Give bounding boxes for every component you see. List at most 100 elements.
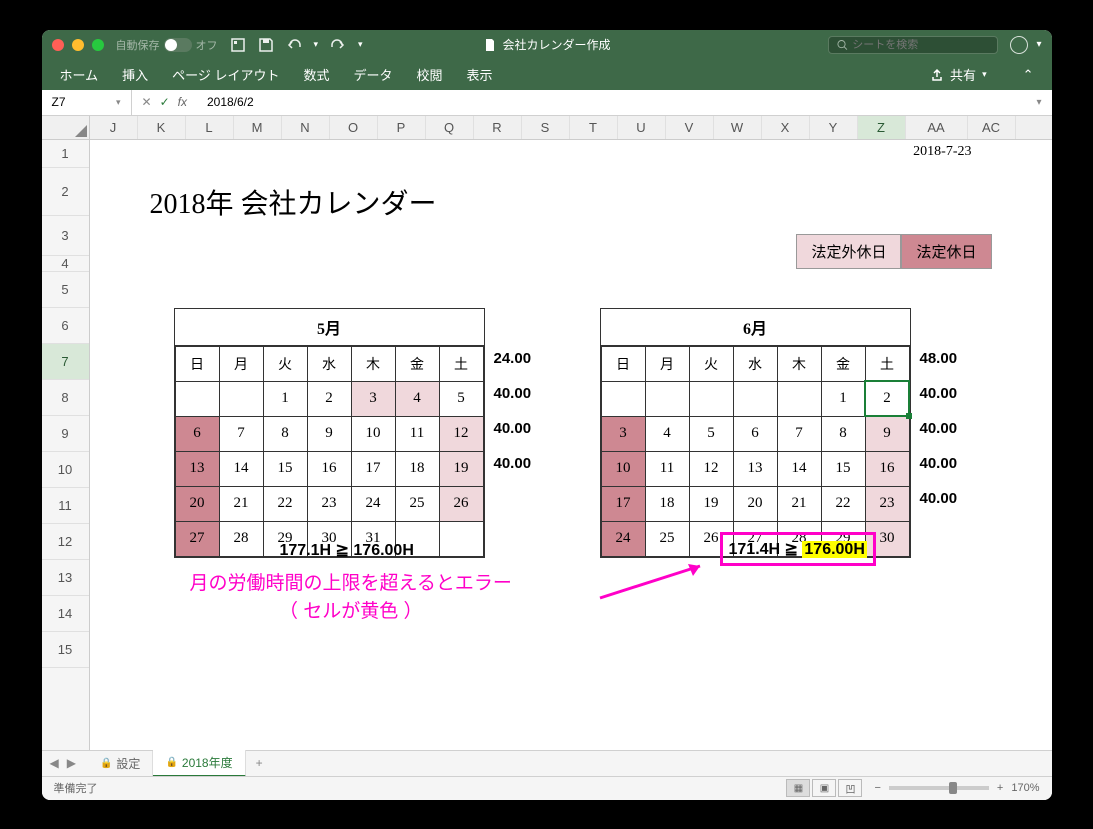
zoom-out[interactable]: − <box>874 782 880 794</box>
calendar-cell[interactable]: 19 <box>439 451 483 486</box>
namebox-dropdown-icon[interactable]: ▾ <box>116 97 121 108</box>
sheet-content[interactable]: 2018-7-23 2018年 会社カレンダー 法定外休日 法定休日 5月 日月… <box>90 140 1052 750</box>
calendar-cell[interactable]: 15 <box>821 451 865 486</box>
calendar-cell[interactable]: 13 <box>175 451 219 486</box>
calendar-cell[interactable]: 4 <box>645 416 689 451</box>
calendar-cell[interactable]: 23 <box>307 486 351 521</box>
calendar-cell[interactable] <box>439 521 483 556</box>
tab-review[interactable]: 校閲 <box>417 65 443 84</box>
calendar-cell[interactable] <box>689 381 733 416</box>
minimize-button[interactable] <box>72 39 84 51</box>
calendar-cell[interactable]: 20 <box>175 486 219 521</box>
col-O[interactable]: O <box>330 116 378 139</box>
calendar-cell[interactable]: 1 <box>263 381 307 416</box>
calendar-cell[interactable]: 6 <box>175 416 219 451</box>
calendar-cell[interactable]: 16 <box>865 451 909 486</box>
calendar-cell[interactable] <box>219 381 263 416</box>
tab-home[interactable]: ホーム <box>60 65 99 84</box>
calendar-cell[interactable]: 17 <box>351 451 395 486</box>
calendar-cell[interactable]: 12 <box>689 451 733 486</box>
col-W[interactable]: W <box>714 116 762 139</box>
calendar-cell[interactable] <box>777 381 821 416</box>
calendar-cell[interactable]: 2 <box>865 381 909 416</box>
name-box[interactable]: Z7 ▾ <box>42 90 132 115</box>
calendar-cell[interactable]: 2 <box>307 381 351 416</box>
formula-bar[interactable]: 2018/6/2 <box>197 95 264 109</box>
undo-dropdown[interactable]: ▾ <box>314 39 319 50</box>
col-J[interactable]: J <box>90 116 138 139</box>
col-U[interactable]: U <box>618 116 666 139</box>
col-M[interactable]: M <box>234 116 282 139</box>
calendar-cell[interactable] <box>733 381 777 416</box>
calendar-cell[interactable] <box>645 381 689 416</box>
calendar-cell[interactable]: 3 <box>351 381 395 416</box>
col-AC[interactable]: AC <box>968 116 1016 139</box>
calendar-cell[interactable]: 5 <box>439 381 483 416</box>
search-box[interactable] <box>828 36 998 54</box>
calendar-cell[interactable]: 18 <box>645 486 689 521</box>
tab-formulas[interactable]: 数式 <box>304 65 330 84</box>
redo-icon[interactable] <box>330 37 346 53</box>
calendar-cell[interactable]: 25 <box>395 486 439 521</box>
tab-data[interactable]: データ <box>354 65 393 84</box>
calendar-cell[interactable]: 28 <box>219 521 263 556</box>
row-9[interactable]: 9 <box>42 416 89 452</box>
calendar-cell[interactable]: 10 <box>601 451 645 486</box>
row-10[interactable]: 10 <box>42 452 89 488</box>
row-3[interactable]: 3 <box>42 216 89 256</box>
calendar-cell[interactable] <box>175 381 219 416</box>
col-S[interactable]: S <box>522 116 570 139</box>
calendar-cell[interactable]: 11 <box>645 451 689 486</box>
calendar-cell[interactable]: 27 <box>175 521 219 556</box>
calendar-cell[interactable]: 13 <box>733 451 777 486</box>
maximize-button[interactable] <box>92 39 104 51</box>
expand-formula-icon[interactable]: ▾ <box>1026 97 1051 108</box>
col-R[interactable]: R <box>474 116 522 139</box>
save-icon[interactable] <box>258 37 274 53</box>
calendar-cell[interactable]: 20 <box>733 486 777 521</box>
calendar-cell[interactable]: 15 <box>263 451 307 486</box>
col-K[interactable]: K <box>138 116 186 139</box>
col-N[interactable]: N <box>282 116 330 139</box>
calendar-cell[interactable]: 26 <box>439 486 483 521</box>
calendar-cell[interactable]: 16 <box>307 451 351 486</box>
row-6[interactable]: 6 <box>42 308 89 344</box>
calendar-cell[interactable]: 10 <box>351 416 395 451</box>
calendar-cell[interactable]: 3 <box>601 416 645 451</box>
row-15[interactable]: 15 <box>42 632 89 668</box>
tab-page-layout[interactable]: ページ レイアウト <box>172 65 279 84</box>
tab-insert[interactable]: 挿入 <box>122 65 148 84</box>
calendar-cell[interactable]: 24 <box>601 521 645 556</box>
row-12[interactable]: 12 <box>42 524 89 560</box>
row-13[interactable]: 13 <box>42 560 89 596</box>
row-8[interactable]: 8 <box>42 380 89 416</box>
view-page-layout[interactable]: ▣ <box>812 779 836 797</box>
cancel-icon[interactable]: ✕ <box>142 95 152 109</box>
toggle-switch[interactable] <box>164 38 192 52</box>
add-sheet-button[interactable]: + <box>246 756 273 770</box>
calendar-cell[interactable]: 18 <box>395 451 439 486</box>
close-button[interactable] <box>52 39 64 51</box>
row-4[interactable]: 4 <box>42 256 89 272</box>
col-Q[interactable]: Q <box>426 116 474 139</box>
calendar-cell[interactable]: 23 <box>865 486 909 521</box>
calendar-cell[interactable]: 6 <box>733 416 777 451</box>
confirm-icon[interactable]: ✓ <box>160 95 170 109</box>
home-icon[interactable] <box>230 37 246 53</box>
fx-icon[interactable]: fx <box>178 95 187 109</box>
calendar-cell[interactable]: 25 <box>645 521 689 556</box>
calendar-cell[interactable]: 17 <box>601 486 645 521</box>
calendar-cell[interactable]: 1 <box>821 381 865 416</box>
calendar-cell[interactable]: 9 <box>865 416 909 451</box>
spreadsheet-grid[interactable]: J K L M N O P Q R S T U V W X Y Z AA AC … <box>42 116 1052 750</box>
col-X[interactable]: X <box>762 116 810 139</box>
calendar-cell[interactable]: 8 <box>821 416 865 451</box>
calendar-cell[interactable]: 22 <box>263 486 307 521</box>
zoom-in[interactable]: + <box>997 782 1003 794</box>
sheet-tab-2018[interactable]: 🔒 2018年度 <box>153 750 245 777</box>
calendar-cell[interactable]: 14 <box>777 451 821 486</box>
row-7[interactable]: 7 <box>42 344 89 380</box>
col-L[interactable]: L <box>186 116 234 139</box>
select-all-corner[interactable] <box>42 116 90 139</box>
calendar-cell[interactable]: 11 <box>395 416 439 451</box>
